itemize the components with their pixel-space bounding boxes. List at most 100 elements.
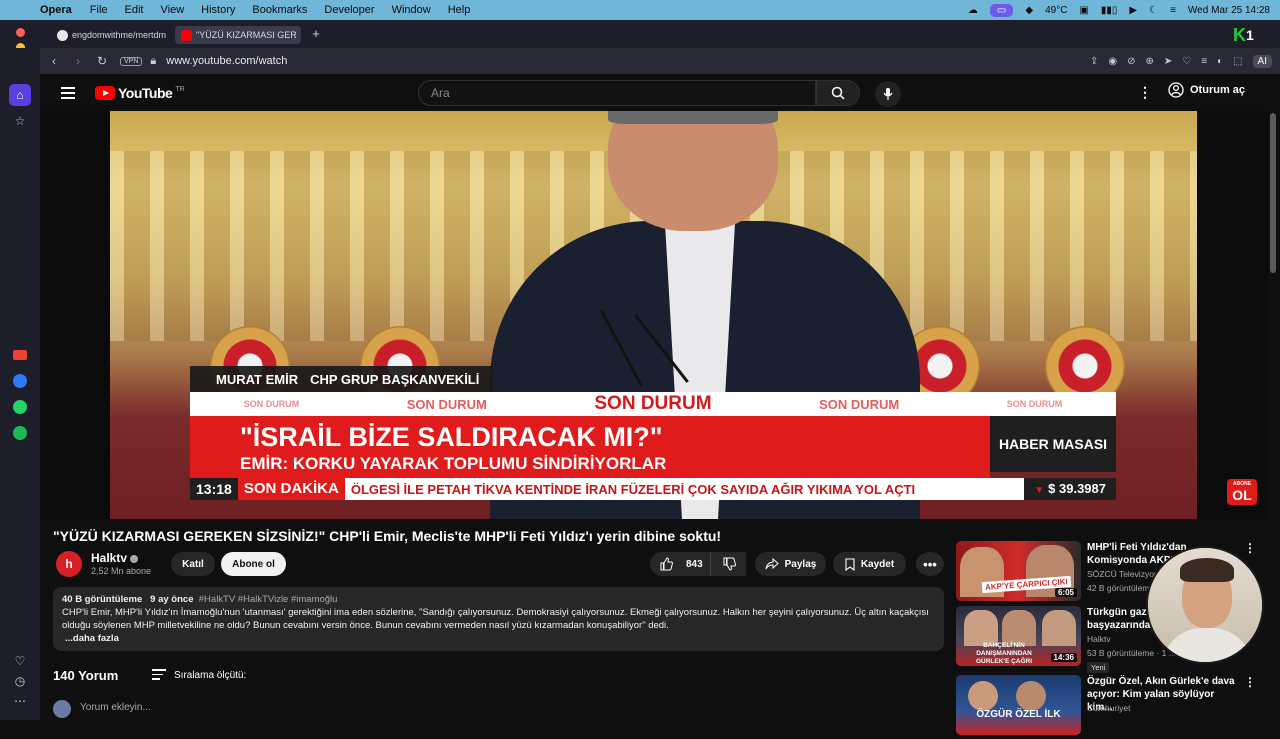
moon-icon[interactable]: ☾	[1149, 5, 1158, 16]
share-label: Paylaş	[784, 558, 817, 570]
page-scrollbar[interactable]	[1268, 111, 1280, 720]
temperature-readout[interactable]: 49°C	[1045, 5, 1067, 16]
extensions-cube-icon[interactable]: ⬚	[1233, 56, 1242, 67]
menu-edit[interactable]: Edit	[125, 4, 144, 16]
menu-view[interactable]: View	[161, 4, 185, 16]
menu-history[interactable]: History	[201, 4, 235, 16]
tab-youtube-active[interactable]: "YÜZÜ KIZARMASI GER	[175, 26, 301, 44]
home-icon[interactable]: ⌂	[9, 84, 31, 106]
reload-icon[interactable]: ↻	[90, 54, 114, 68]
translate-icon[interactable]: ⊕	[1145, 56, 1153, 67]
share-icon[interactable]: ⇪	[1090, 56, 1098, 67]
opera-sidebar: ⌂ ☆ ♡ ◷ ⋯	[0, 48, 40, 720]
profile-icon[interactable]: ◐	[1217, 56, 1223, 67]
show-more-link[interactable]: ...daha fazla	[62, 632, 935, 645]
whatsapp-icon[interactable]	[9, 396, 31, 418]
recommendation-thumbnail[interactable]: ÖZGÜR ÖZEL İLK	[956, 675, 1081, 735]
search-button[interactable]	[816, 80, 860, 106]
screen-record-icon[interactable]: ▭	[989, 3, 1014, 17]
scrollbar-thumb[interactable]	[1270, 113, 1276, 273]
strip-label: SON DURUM	[406, 396, 487, 412]
play-icon[interactable]: ▶	[1129, 5, 1137, 16]
country-code: TR	[175, 85, 185, 93]
son-durum-strip: SON DURUM SON DURUM SON DURUM SON DURUM …	[190, 392, 1116, 416]
video-player[interactable]: MURAT EMİR CHP GRUP BAŞKANVEKİLİ SON DUR…	[40, 111, 1268, 519]
recommendation-thumbnail[interactable]: AKP'YE ÇARPICI ÇIKI 6:05	[956, 541, 1081, 601]
recommendation-item[interactable]: ÖZGÜR ÖZEL İLK Özgür Özel, Akın Gürlek'e…	[956, 675, 1256, 739]
hashtags[interactable]: #HalkTV #HalkTVizle #imamoğlu	[199, 594, 338, 605]
youtube-logo[interactable]: YouTube TR	[95, 85, 185, 101]
more-icon[interactable]: ⋯	[9, 690, 31, 712]
k-extension-icon[interactable]: K1	[1233, 24, 1254, 46]
sort-comments-button[interactable]: Sıralama ölçütü:	[152, 669, 246, 683]
gmail-icon[interactable]	[9, 344, 31, 366]
recommendation-channel[interactable]: Cumhuriyet	[1087, 703, 1130, 713]
back-icon[interactable]: ‹	[42, 54, 66, 68]
github-icon	[57, 29, 68, 41]
battery-icon[interactable]: ▮▮▯	[1101, 5, 1118, 16]
youtube-header: YouTube TR Ara ⋮ Oturum aç	[40, 74, 1268, 112]
forward-icon[interactable]: ›	[66, 54, 90, 68]
url-field[interactable]: www.youtube.com/watch	[166, 55, 287, 67]
send-icon[interactable]: ➤	[1164, 56, 1172, 67]
share-button[interactable]: Paylaş	[755, 552, 826, 576]
recommendation-thumbnail[interactable]: BAHÇELİ'NİN DANIŞMANINDAN GÜRLEK'E ÇAĞRI…	[956, 606, 1081, 666]
sign-in-button[interactable]: Oturum aç	[1168, 82, 1245, 98]
tab-github[interactable]: engdomwithme/mertdm	[51, 26, 173, 44]
cloud-icon[interactable]: ☁	[968, 5, 978, 16]
bookmark-heart-icon[interactable]: ♡	[1182, 56, 1191, 67]
share-arrow-icon	[765, 558, 779, 570]
control-center-icon[interactable]: ≡	[1170, 5, 1176, 16]
menu-icon[interactable]	[61, 87, 75, 102]
vpn-badge[interactable]: VPN	[120, 56, 143, 66]
menu-help[interactable]: Help	[448, 4, 471, 16]
recommendation-channel[interactable]: Halktv	[1087, 634, 1111, 644]
app-menu-opera[interactable]: Opera	[40, 4, 72, 16]
video-duration: 14:36	[1050, 653, 1077, 662]
youtube-favicon-icon	[181, 29, 192, 41]
channel-avatar[interactable]: h	[56, 551, 82, 577]
like-count: 843	[686, 558, 703, 570]
search-input[interactable]: Ara	[418, 80, 816, 106]
menu-bookmarks[interactable]: Bookmarks	[252, 4, 307, 16]
join-button[interactable]: Katıl	[171, 552, 215, 576]
settings-kebab-icon[interactable]: ⋮	[1138, 84, 1152, 101]
menu-file[interactable]: File	[90, 4, 108, 16]
pinboard-icon[interactable]: ☆	[9, 110, 31, 132]
menu-developer[interactable]: Developer	[324, 4, 374, 16]
headline-box: "İSRAİL BİZE SALDIRACAK MI?" EMİR: KORKU…	[190, 416, 990, 478]
thumbs-up-icon	[660, 557, 673, 571]
aria-ai-button[interactable]: AI	[1252, 54, 1272, 68]
video-duration: 6:05	[1054, 588, 1077, 597]
subscribe-button[interactable]: Abone ol	[221, 552, 286, 576]
description-box[interactable]: 40 B görüntüleme 9 ay önce #HalkTV #Halk…	[53, 587, 944, 651]
recommendation-menu-icon[interactable]: ⋮	[1244, 675, 1256, 689]
shield-icon[interactable]: ◆	[1025, 5, 1033, 16]
user-avatar	[53, 700, 71, 718]
tab-label: "YÜZÜ KIZARMASI GER	[196, 30, 297, 40]
easy-setup-icon[interactable]: ≡	[1201, 56, 1207, 67]
new-tab-button[interactable]: +	[309, 27, 323, 41]
clock-datetime[interactable]: Wed Mar 25 14:28	[1188, 5, 1270, 16]
spotify-icon[interactable]	[9, 422, 31, 444]
messenger-icon[interactable]	[9, 370, 31, 392]
history-icon[interactable]: ◷	[9, 670, 31, 692]
comment-input[interactable]: Yorum ekleyin...	[80, 702, 151, 713]
dislike-button[interactable]	[710, 552, 746, 576]
channel-name[interactable]: Halktv	[91, 551, 139, 565]
speaker-nameplate: MURAT EMİR CHP GRUP BAŞKANVEKİLİ	[190, 366, 494, 392]
menu-window[interactable]: Window	[392, 4, 431, 16]
heart-icon[interactable]: ♡	[9, 650, 31, 672]
camera-icon[interactable]: ◉	[1108, 56, 1117, 67]
save-button[interactable]: Kaydet	[833, 552, 906, 576]
close-window-button[interactable]	[16, 28, 25, 37]
subscriber-count: 2,52 Mn abone	[91, 566, 152, 576]
display-icon[interactable]: ▣	[1079, 5, 1088, 16]
subscribe-watermark[interactable]: ABONE OL	[1227, 479, 1257, 505]
breaking-label: SON DAKİKA	[237, 478, 345, 500]
voice-search-button[interactable]	[875, 81, 901, 107]
adblock-icon[interactable]: ⊘	[1127, 56, 1135, 67]
more-actions-button[interactable]: •••	[916, 552, 944, 576]
youtube-wordmark: YouTube	[118, 85, 173, 101]
watermark-big: OL	[1232, 487, 1252, 503]
